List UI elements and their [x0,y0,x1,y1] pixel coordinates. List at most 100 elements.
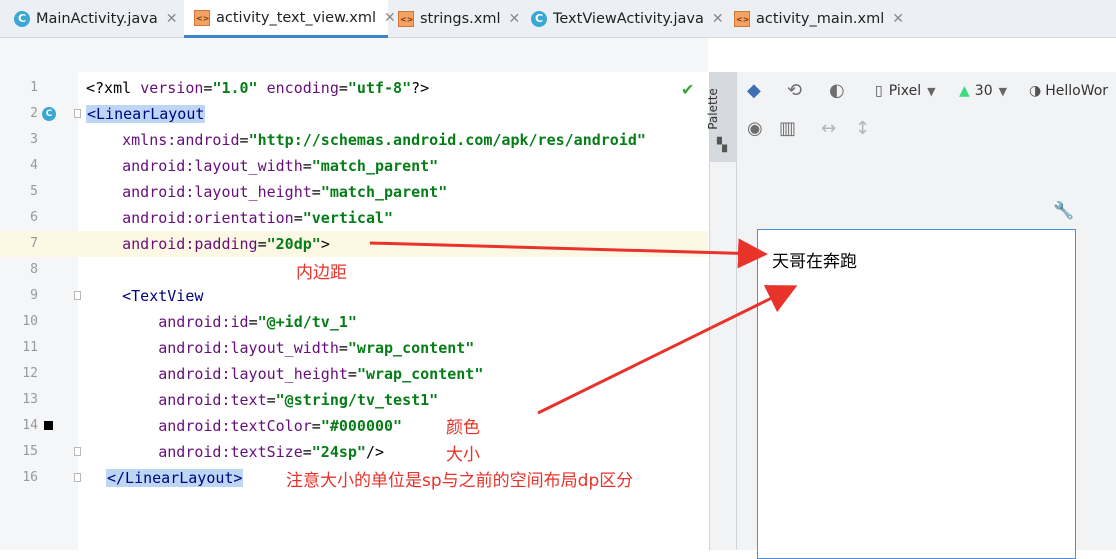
close-icon[interactable]: ✕ [892,11,904,27]
tag-close: > [320,235,330,253]
tab-strings-xml[interactable]: strings.xml ✕ [398,0,521,38]
theme-dropdown[interactable]: ◑ HelloWor [1029,83,1108,99]
code-line-3: 3 xmlns:android="http://schemas.android.… [0,127,708,153]
attr-value: "20dp" [266,235,321,253]
rotate-icon[interactable]: ⟲ [787,80,802,101]
attr-name: version [140,79,204,97]
annotation-color: 颜色 [446,418,480,438]
eye-icon[interactable]: ◉ [747,118,763,139]
api-label: 30 [974,83,993,99]
editor-tab-bar: C MainActivity.java ✕ activity_text_view… [0,0,1116,38]
wrench-icon[interactable]: 🔧 [1053,201,1074,221]
attr-name: android:layout_height [122,183,312,201]
attr-value: "http://schemas.android.com/apk/res/andr… [248,131,646,149]
attr-value: "@string/tv_test1" [275,391,439,409]
tab-label: activity_main.xml [756,11,885,27]
attr-value: "#000000" [320,417,403,435]
check-icon: ✔ [681,80,695,99]
attr-value: "24sp" [311,443,366,461]
tab-main-activity-java[interactable]: C MainActivity.java ✕ [14,0,182,38]
close-icon[interactable]: ✕ [166,11,178,27]
xml-file-icon [734,11,750,27]
vertical-resize-icon[interactable]: ↕ [855,118,870,139]
theme-icon: ◑ [1029,83,1042,99]
attr-name: encoding [266,79,339,97]
phone-icon: ▯ [875,83,883,99]
device-preview[interactable] [757,229,1076,559]
fold-marker-icon[interactable] [74,109,81,118]
annotation-unit-note: 注意大小的单位是sp与之前的空间布局dp区分 [286,471,634,491]
class-marker-icon[interactable]: C [42,107,56,121]
linear-layout-open-tag: <LinearLayout [86,105,206,123]
api-dropdown[interactable]: ▲ 30 ▼ [959,83,1007,99]
line-number: 7 [30,236,38,251]
code-line-8: 8 [0,257,708,283]
blueprint-icon[interactable]: ▥ [779,118,796,139]
attr-name: android:textSize [158,443,303,461]
breadcrumb-strip [0,38,708,72]
code-line-15: 15 android:textSize="24sp"/> [0,439,708,465]
equals: = [257,235,267,253]
code-line-14: 14 android:textColor="#000000" [0,413,708,439]
device-dropdown[interactable]: ▯ Pixel ▼ [875,83,936,99]
close-icon[interactable]: ✕ [509,11,521,27]
horizontal-resize-icon[interactable]: ↔ [821,118,836,139]
line-number: 16 [22,470,38,485]
equals: = [311,417,321,435]
equals: = [338,339,348,357]
code-line-9: 9 <TextView [0,283,708,309]
code-line-10: 10 android:id="@+id/tv_1" [0,309,708,335]
line-number: 13 [22,392,38,407]
palette-panel[interactable]: Palette ▚ [706,72,737,550]
attr-value: "vertical" [302,209,394,227]
theme-label: HelloWor [1045,83,1109,99]
attr-name: android:layout_width [122,157,303,175]
attr-name: android:layout_height [158,365,348,383]
java-class-icon: C [14,11,30,27]
attr-value: "utf-8" [347,79,412,97]
tab-activity-text-view-xml[interactable]: activity_text_view.xml ✕ [184,0,396,38]
code-line-6: 6 android:orientation="vertical" [0,205,708,231]
code-line-4: 4 android:layout_width="match_parent" [0,153,708,179]
xml-file-icon [194,9,210,26]
code-line-1: 1 <?xml version="1.0" encoding="utf-8"?> [0,75,708,101]
line-number: 1 [30,80,38,95]
night-mode-icon[interactable]: ◐ [829,80,845,101]
attr-name: android:orientation [122,209,294,227]
attr-name: android:layout_width [158,339,339,357]
tab-label: MainActivity.java [36,11,158,27]
close-icon[interactable]: ✕ [712,11,724,27]
equals: = [302,157,312,175]
equals: = [311,183,321,201]
attr-value: "wrap_content" [356,365,484,383]
xml-file-icon [398,11,414,27]
tab-text-view-activity-java[interactable]: C TextViewActivity.java ✕ [531,0,724,38]
fold-marker-icon[interactable] [74,291,81,300]
code-line-5: 5 android:layout_height="match_parent" [0,179,708,205]
line-number: 3 [30,132,38,147]
tab-activity-main-xml[interactable]: activity_main.xml ✕ [734,0,904,38]
attr-name: android:text [158,391,267,409]
java-class-icon: C [531,11,547,27]
equals: = [239,131,249,149]
attr-value: "1.0" [212,79,258,97]
annotation-size: 大小 [446,445,480,465]
color-swatch-icon[interactable] [44,421,53,430]
annotation-padding: 内边距 [296,263,347,283]
equals: = [266,391,276,409]
line-number: 9 [30,288,38,303]
fold-marker-icon[interactable] [74,473,81,482]
preview-text[interactable]: 天哥在奔跑 [772,247,857,272]
equals: = [338,79,348,97]
attr-value: "@+id/tv_1" [257,313,357,331]
attr-name: android:id [158,313,249,331]
fold-marker-icon[interactable] [74,447,81,456]
layers-icon[interactable]: ◆ [747,80,761,101]
close-icon[interactable]: ✕ [384,10,396,26]
code-line-7: 7 android:padding="20dp"> [0,231,708,257]
tab-label: activity_text_view.xml [216,9,376,26]
tab-label: TextViewActivity.java [553,11,704,27]
attr-value: "match_parent" [320,183,448,201]
linear-layout-close-tag: </LinearLayout> [106,469,244,487]
xml-decl-close: ?> [411,79,430,97]
